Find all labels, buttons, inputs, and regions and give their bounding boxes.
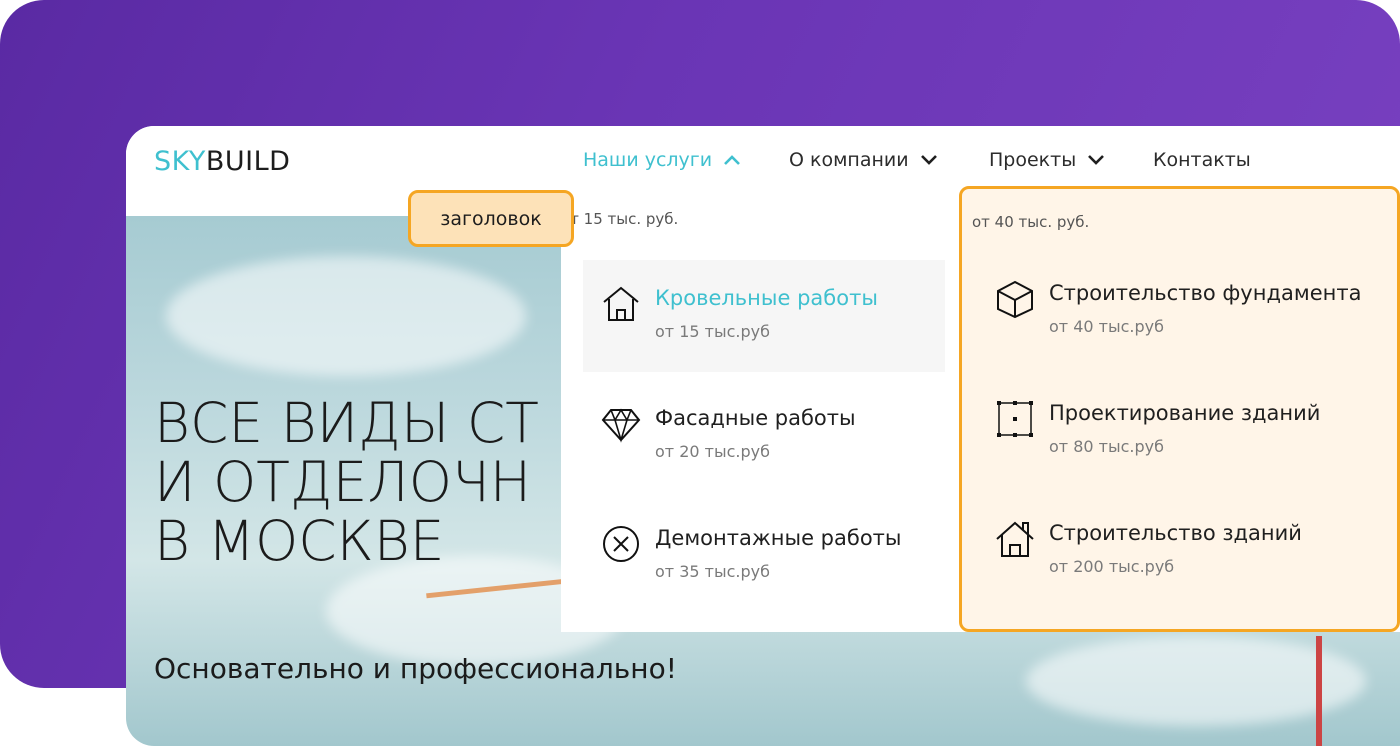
service-title: Проектирование зданий bbox=[1049, 401, 1321, 425]
service-title: Демонтажные работы bbox=[655, 526, 902, 550]
nav-services[interactable]: Наши услуги bbox=[583, 149, 742, 171]
nav-label: Контакты bbox=[1153, 149, 1251, 171]
chevron-up-icon bbox=[724, 155, 741, 165]
nav-label: Наши услуги bbox=[583, 149, 713, 171]
chevron-down-icon bbox=[1088, 155, 1105, 165]
diamond-icon bbox=[601, 408, 641, 443]
service-title: Строительство зданий bbox=[1049, 521, 1302, 545]
cube-icon bbox=[997, 280, 1033, 319]
service-price: от 80 тыс.руб bbox=[1049, 437, 1164, 456]
service-buildings[interactable]: Строительство зданий от 200 тыс.руб bbox=[977, 495, 1397, 607]
blueprint-icon bbox=[997, 401, 1033, 437]
service-design[interactable]: Проектирование зданий от 80 тыс.руб bbox=[977, 375, 1397, 487]
service-price: от 20 тыс.руб bbox=[655, 442, 770, 461]
service-price: от 15 тыс.руб bbox=[655, 322, 770, 341]
building-house-icon bbox=[996, 521, 1034, 557]
chevron-down-icon bbox=[920, 155, 937, 165]
service-demolition[interactable]: Демонтажные работы от 35 тыс.руб bbox=[583, 500, 945, 612]
service-price: от 40 тыс.руб bbox=[1049, 317, 1164, 336]
service-roofing[interactable]: Кровельные работы от 15 тыс.руб bbox=[583, 260, 945, 372]
dropdown-price-left: от 15 тыс. руб. bbox=[561, 210, 679, 228]
crane-hook bbox=[1316, 636, 1322, 746]
annotation-label: заголовок bbox=[408, 190, 574, 247]
service-price: от 35 тыс.руб bbox=[655, 562, 770, 581]
nav-label: Проекты bbox=[989, 149, 1077, 171]
nav-label: О компании bbox=[789, 149, 909, 171]
cloud bbox=[1026, 636, 1366, 726]
cloud bbox=[166, 256, 526, 376]
hero-title: ВСЕ ВИДЫ СТ И ОТДЕЛОЧН В МОСКВЕ bbox=[154, 391, 539, 573]
hero-subtitle: Основательно и профессионально! bbox=[154, 652, 677, 685]
service-foundation[interactable]: Строительство фундамента от 40 тыс.руб bbox=[977, 255, 1397, 367]
nav-projects[interactable]: Проекты bbox=[989, 149, 1106, 171]
nav-contacts[interactable]: Контакты bbox=[1153, 149, 1251, 171]
service-title: Строительство фундамента bbox=[1049, 281, 1362, 305]
service-facade[interactable]: Фасадные работы от 20 тыс.руб bbox=[583, 380, 945, 492]
close-circle-icon bbox=[603, 526, 639, 562]
main-nav: Наши услуги О компании Проекты Контакты bbox=[126, 149, 1400, 179]
dropdown-price-right: от 40 тыс. руб. bbox=[972, 213, 1090, 231]
highlight-box: от 40 тыс. руб. Строительство фундамента… bbox=[959, 186, 1400, 632]
nav-about[interactable]: О компании bbox=[789, 149, 939, 171]
service-title: Фасадные работы bbox=[655, 406, 856, 430]
service-title: Кровельные работы bbox=[655, 286, 878, 310]
house-icon bbox=[603, 286, 639, 321]
service-price: от 200 тыс.руб bbox=[1049, 557, 1175, 576]
